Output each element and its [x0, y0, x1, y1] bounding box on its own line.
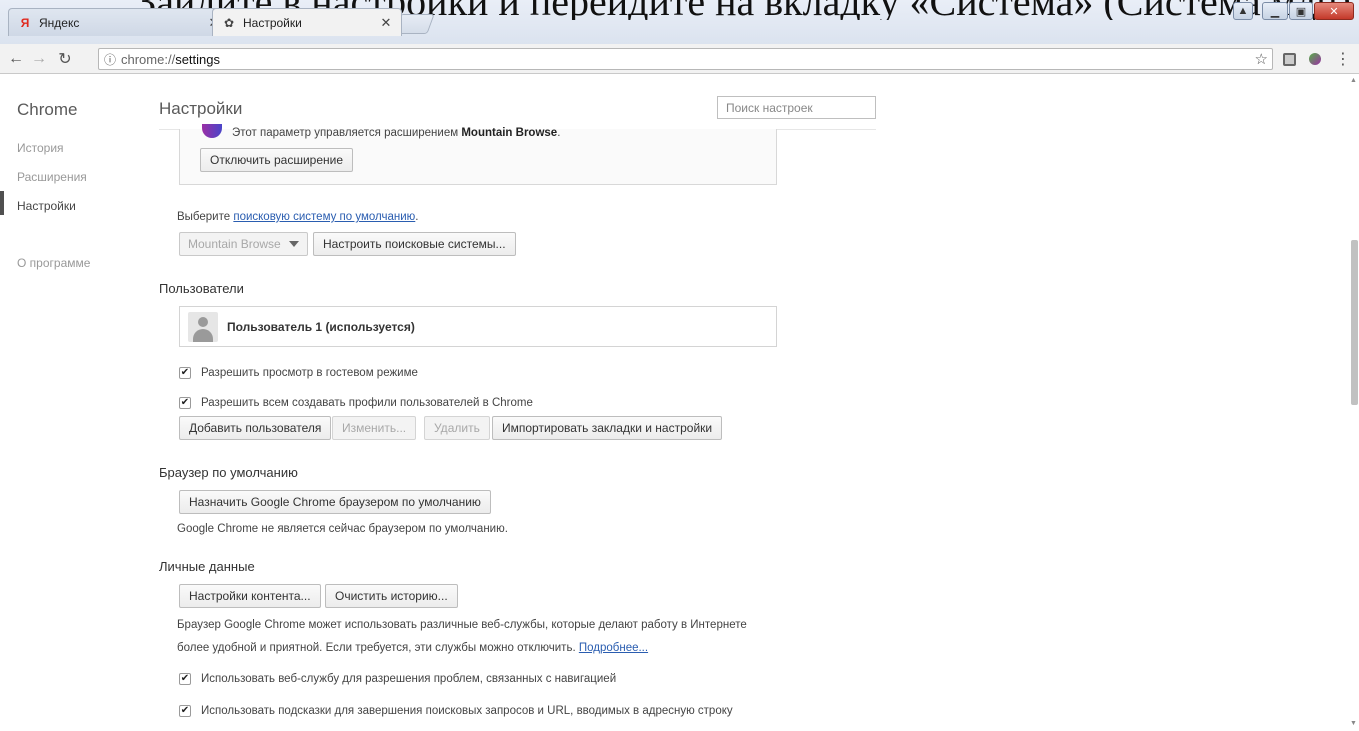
- extension-icon: [202, 124, 222, 138]
- extension-notice-box: Этот параметр управляется расширением Mo…: [179, 124, 777, 185]
- scroll-down-icon[interactable]: ▼: [1350, 720, 1357, 727]
- forward-arrow-icon[interactable]: →: [28, 49, 50, 69]
- privacy-description-line1: Браузер Google Chrome может использовать…: [177, 619, 747, 631]
- browser-toolbar: ← → ↻ ⓘ chrome://settings ☆ ⋮: [0, 44, 1359, 74]
- address-bar[interactable]: ⓘ chrome://settings ☆: [98, 48, 1273, 70]
- menu-kebab-icon[interactable]: ⋮: [1334, 50, 1352, 68]
- add-user-button[interactable]: Добавить пользователя: [179, 416, 332, 440]
- sidebar-item-about[interactable]: О программе: [17, 256, 90, 270]
- guest-mode-checkbox-row[interactable]: ✔ Разрешить просмотр в гостевом режиме: [179, 367, 418, 379]
- page-title: Настройки: [159, 99, 243, 118]
- reload-icon[interactable]: ↻: [54, 49, 76, 69]
- navigation-errors-checkbox[interactable]: ✔: [179, 673, 191, 685]
- content-settings-button[interactable]: Настройки контента...: [179, 584, 321, 608]
- tab-title: Яндекс: [39, 15, 80, 30]
- navigation-errors-checkbox-row[interactable]: ✔ Использовать веб-службу для разрешения…: [179, 673, 616, 685]
- profile-icon[interactable]: ▲: [1233, 2, 1253, 20]
- mountain-browse-extension-icon[interactable]: [1306, 50, 1324, 68]
- learn-more-link[interactable]: Подробнее...: [579, 642, 648, 654]
- selected-indicator: [0, 191, 4, 215]
- close-icon[interactable]: ✕: [379, 15, 393, 31]
- info-icon[interactable]: ⓘ: [99, 51, 121, 68]
- default-browser-status: Google Chrome не является сейчас браузер…: [177, 523, 508, 535]
- gear-icon: ✿: [223, 15, 235, 30]
- manage-search-engines-button[interactable]: Настроить поисковые системы...: [313, 232, 516, 256]
- import-bookmarks-button[interactable]: Импортировать закладки и настройки: [492, 416, 723, 440]
- extension-notice-message: Этот параметр управляется расширением Mo…: [232, 127, 561, 139]
- privacy-description-line2: более удобной и приятной. Если требуется…: [177, 642, 649, 654]
- disable-extension-button[interactable]: Отключить расширение: [200, 148, 354, 172]
- tab-strip: Зайдите в настройки и перейдите на вклад…: [0, 0, 1359, 44]
- back-arrow-icon[interactable]: ←: [5, 49, 27, 69]
- yandex-icon: Я: [20, 15, 30, 30]
- avatar: [188, 312, 218, 342]
- chevron-down-icon: [288, 241, 299, 247]
- guest-mode-checkbox[interactable]: ✔: [179, 367, 191, 379]
- delete-user-button[interactable]: Удалить: [424, 416, 490, 440]
- search-engine-label: Выберите поисковую систему по умолчанию.: [177, 211, 419, 223]
- users-section-title: Пользователи: [159, 281, 244, 296]
- page-scrollbar[interactable]: ▲ ▼: [1349, 75, 1359, 731]
- sidebar-item-settings[interactable]: Настройки: [17, 199, 76, 213]
- window-close-button[interactable]: ✕: [1314, 2, 1354, 20]
- sidebar-item-history[interactable]: История: [17, 141, 64, 155]
- maximize-button[interactable]: ▣: [1289, 2, 1313, 20]
- search-suggestions-checkbox[interactable]: ✔: [179, 705, 191, 717]
- scrollbar-thumb[interactable]: [1351, 240, 1358, 405]
- scroll-up-icon[interactable]: ▲: [1350, 77, 1357, 84]
- clear-history-button[interactable]: Очистить историю...: [325, 584, 458, 608]
- settings-search-input[interactable]: [717, 96, 876, 119]
- sidebar-item-extensions[interactable]: Расширения: [17, 170, 87, 184]
- default-browser-section-title: Браузер по умолчанию: [159, 465, 298, 480]
- sidebar-brand: Chrome: [17, 100, 78, 119]
- extension-square-icon[interactable]: [1280, 50, 1298, 68]
- search-suggestions-checkbox-row[interactable]: ✔ Использовать подсказки для завершения …: [179, 705, 733, 717]
- privacy-section-title: Личные данные: [159, 559, 255, 574]
- default-search-engine-link[interactable]: поисковую систему по умолчанию: [233, 211, 415, 223]
- settings-main: Настройки Этот параметр управляется расш…: [159, 75, 1349, 731]
- settings-sidebar: Chrome История Расширения Настройки О пр…: [0, 75, 150, 731]
- address-url: chrome://settings: [121, 51, 220, 67]
- tab-title: Настройки: [243, 15, 302, 30]
- set-default-browser-button[interactable]: Назначить Google Chrome браузером по умо…: [179, 490, 491, 514]
- edit-user-button[interactable]: Изменить...: [332, 416, 417, 440]
- tab-settings[interactable]: ✿ Настройки ✕: [212, 8, 402, 36]
- tab-yandex[interactable]: Я Яндекс ✕: [8, 8, 230, 36]
- search-engine-select[interactable]: Mountain Browse: [179, 232, 308, 256]
- user-list[interactable]: Пользователь 1 (используется): [179, 306, 777, 347]
- minimize-button[interactable]: ▁: [1262, 2, 1288, 20]
- allow-profiles-checkbox[interactable]: ✔: [179, 397, 191, 409]
- allow-profiles-checkbox-row[interactable]: ✔ Разрешить всем создавать профили польз…: [179, 397, 533, 409]
- bookmark-star-icon[interactable]: ☆: [1255, 50, 1268, 68]
- user-name: Пользователь 1 (используется): [227, 320, 415, 334]
